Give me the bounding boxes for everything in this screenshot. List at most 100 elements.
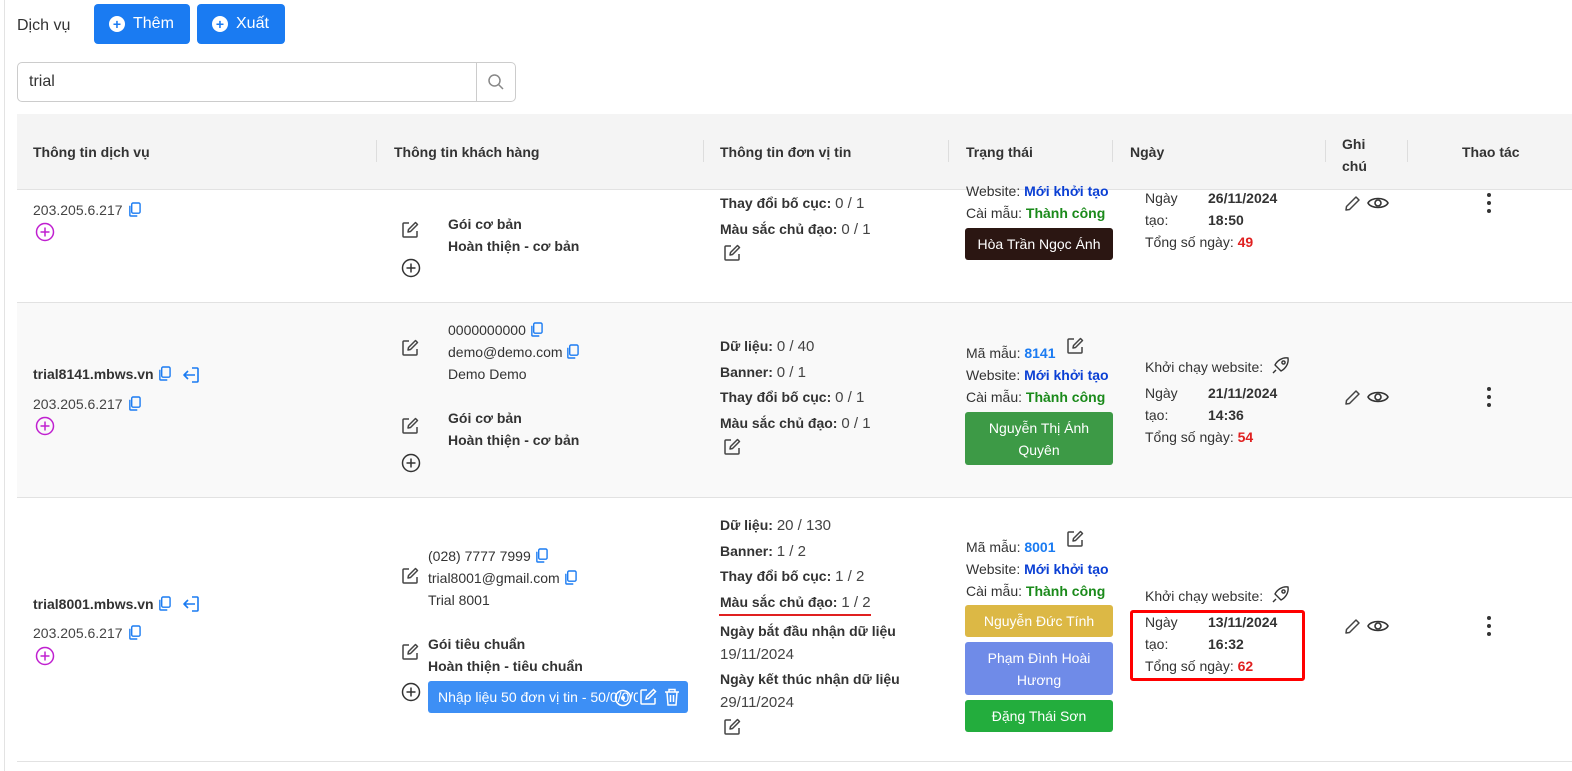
copy-icon[interactable] <box>158 366 171 381</box>
rocket-icon[interactable] <box>1271 584 1291 604</box>
created-label: tạo: <box>1145 407 1169 423</box>
copy-icon[interactable] <box>530 322 543 337</box>
add-circle-icon[interactable] <box>35 416 55 436</box>
package-detail: Hoàn thiện - cơ bản <box>448 238 580 254</box>
total-days: Tổng số ngày: 54 <box>1145 429 1254 445</box>
table-header: Thông tin dịch vụ Thông tin khách hàng T… <box>17 114 1572 190</box>
unit-item: Banner: 1 / 2 <box>720 543 806 560</box>
launch-label: Khởi chạy website: <box>1145 588 1264 604</box>
add-circle-icon[interactable] <box>401 258 421 278</box>
edit-icon[interactable] <box>400 338 420 358</box>
website-status-line: Website: Mới khởi tạo <box>966 183 1109 199</box>
column-header-note[interactable]: Ghi chú <box>1342 133 1372 177</box>
package-detail: Hoàn thiện - tiêu chuẩn <box>428 658 583 674</box>
plus-circle-icon: + <box>212 16 228 32</box>
unit-item: Thay đổi bố cục: 1 / 2 <box>720 568 865 585</box>
staff-badge[interactable]: Nguyễn Đức Tính <box>965 605 1113 637</box>
staff-badge[interactable]: Đặng Thái Sơn <box>965 700 1113 732</box>
edit-icon[interactable] <box>400 416 420 436</box>
add-circle-icon[interactable] <box>401 682 421 702</box>
ip-address: 203.205.6.217 <box>33 202 123 218</box>
end-date-label: Ngày kết thúc nhận dữ liệu <box>720 671 900 687</box>
search-input[interactable] <box>18 63 476 101</box>
column-header-date[interactable]: Ngày <box>1130 144 1164 160</box>
edit-note-icon[interactable] <box>1343 193 1363 213</box>
package-name: Gói tiêu chuẩn <box>428 636 526 652</box>
info-circle-icon[interactable] <box>614 689 632 707</box>
view-note-icon[interactable] <box>1367 389 1389 405</box>
view-note-icon[interactable] <box>1367 618 1389 634</box>
website-status-line: Website: Mới khởi tạo <box>966 561 1109 577</box>
column-header-status[interactable]: Trạng thái <box>966 144 1033 160</box>
add-circle-icon[interactable] <box>401 453 421 473</box>
delete-icon[interactable] <box>663 687 681 707</box>
edit-icon[interactable] <box>400 220 420 240</box>
copy-icon[interactable] <box>566 344 579 359</box>
copy-icon[interactable] <box>564 570 577 585</box>
edit-icon[interactable] <box>722 717 742 737</box>
search-button[interactable] <box>476 63 515 101</box>
staff-badge[interactable]: Nguyễn Thị Ánh Quyên <box>965 412 1113 465</box>
login-icon[interactable] <box>181 365 201 385</box>
edit-addon-icon[interactable] <box>638 687 658 707</box>
staff-badge[interactable]: Phạm Đình Hoài Hương <box>965 642 1113 695</box>
unit-item: Màu sắc chủ đạo: 0 / 1 <box>720 221 871 238</box>
customer-email: demo@demo.com <box>448 344 563 360</box>
unit-item: Màu sắc chủ đạo: 0 / 1 <box>720 415 871 432</box>
launch-label: Khởi chạy website: <box>1145 359 1264 375</box>
created-date: 26/11/2024 <box>1208 190 1278 206</box>
column-header-customer[interactable]: Thông tin khách hàng <box>394 144 539 160</box>
more-actions-icon[interactable] <box>1486 386 1492 408</box>
copy-icon[interactable] <box>128 202 141 217</box>
add-circle-icon[interactable] <box>35 646 55 666</box>
copy-icon[interactable] <box>535 548 548 563</box>
copy-icon[interactable] <box>128 396 141 411</box>
start-date-label: Ngày bắt đầu nhận dữ liệu <box>720 623 896 639</box>
annotation-underline <box>719 614 871 616</box>
domain-name: trial8141.mbws.vn <box>33 366 154 382</box>
edit-icon[interactable] <box>1065 336 1085 356</box>
more-actions-icon[interactable] <box>1486 192 1492 214</box>
customer-phone: (028) 7777 7999 <box>428 548 531 564</box>
unit-item: Thay đổi bố cục: 0 / 1 <box>720 389 865 406</box>
add-circle-icon[interactable] <box>35 222 55 242</box>
edit-icon[interactable] <box>1065 529 1085 549</box>
more-actions-icon[interactable] <box>1486 615 1492 637</box>
ip-address: 203.205.6.217 <box>33 625 123 641</box>
table-row: trial8001.mbws.vn 203.205.6.217 (028) 77… <box>17 498 1572 762</box>
edit-icon[interactable] <box>722 437 742 457</box>
view-note-icon[interactable] <box>1367 195 1389 211</box>
edit-icon[interactable] <box>400 642 420 662</box>
total-days: Tổng số ngày: 49 <box>1145 234 1254 250</box>
edit-note-icon[interactable] <box>1343 616 1363 636</box>
staff-badge[interactable]: Hòa Trần Ngọc Ánh <box>965 228 1113 260</box>
add-button[interactable]: + Thêm <box>94 4 190 44</box>
domain-name: trial8001.mbws.vn <box>33 596 154 612</box>
edit-icon[interactable] <box>400 566 420 586</box>
start-date: 19/11/2024 <box>720 646 794 663</box>
created-date: 21/11/2024 <box>1208 385 1278 401</box>
login-icon[interactable] <box>181 594 201 614</box>
rocket-icon[interactable] <box>1271 355 1291 375</box>
page-title: Dịch vụ <box>17 17 71 34</box>
ip-address: 203.205.6.217 <box>33 396 123 412</box>
copy-icon[interactable] <box>158 596 171 611</box>
unit-item: Màu sắc chủ đạo: 1 / 2 <box>720 594 871 611</box>
copy-icon[interactable] <box>128 625 141 640</box>
column-header-unit[interactable]: Thông tin đơn vị tin <box>720 144 851 160</box>
column-divider <box>1112 140 1113 162</box>
unit-item: Banner: 0 / 1 <box>720 364 806 381</box>
search-box <box>17 62 516 102</box>
edit-icon[interactable] <box>722 243 742 263</box>
column-divider <box>948 140 949 162</box>
column-header-service[interactable]: Thông tin dịch vụ <box>33 144 150 160</box>
export-button[interactable]: + Xuất <box>197 4 285 44</box>
edit-note-icon[interactable] <box>1343 387 1363 407</box>
column-divider <box>1325 140 1326 162</box>
column-header-actions[interactable]: Thao tác <box>1462 144 1520 160</box>
addon-tag: Nhập liệu 50 đơn vị tin - 50/0/0/0 <box>428 681 688 713</box>
customer-email: trial8001@gmail.com <box>428 570 560 586</box>
created-time: 14:36 <box>1208 407 1244 423</box>
template-code-line: Mã mẫu: 8001 <box>966 539 1056 555</box>
plus-circle-icon: + <box>109 16 125 32</box>
